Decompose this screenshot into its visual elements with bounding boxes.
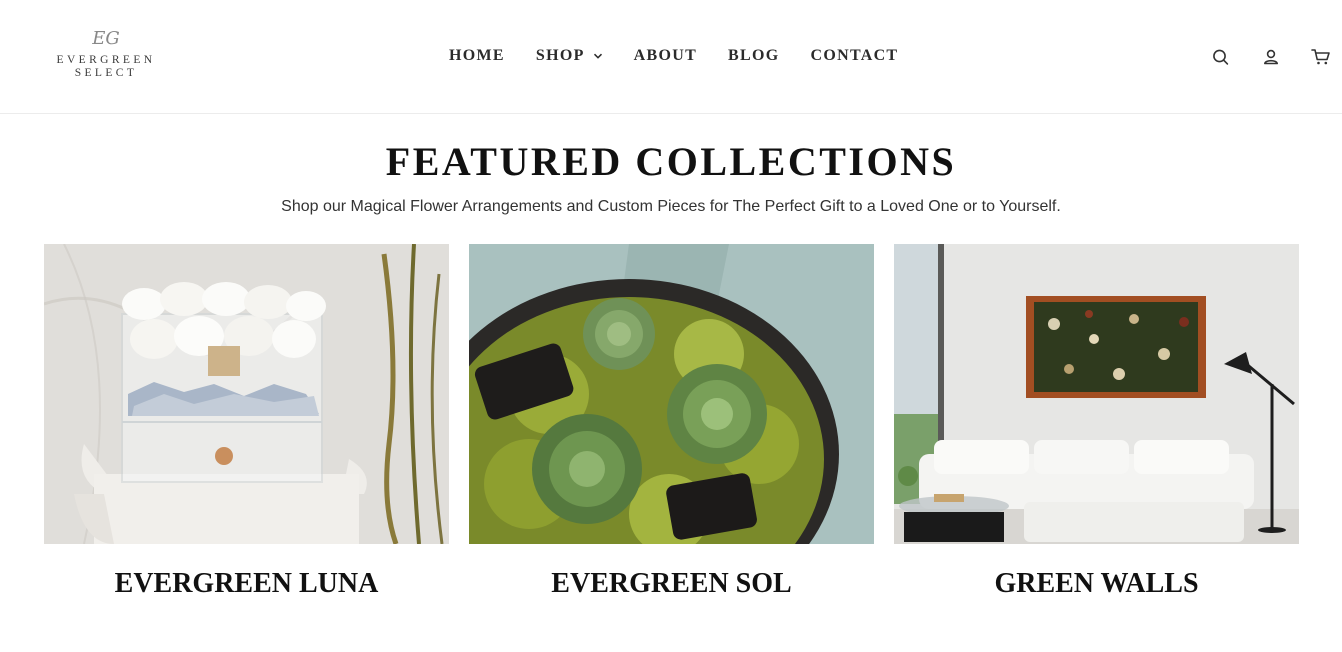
main-nav: HOME SHOP ABOUT BLOG CONTACT [449,45,898,67]
logo[interactable]: EG EVERGREEN SELECT [46,24,166,92]
logo-text-line1: EVERGREEN [56,54,156,66]
collection-card-sol[interactable]: EVERGREEN SOL [469,244,874,600]
nav-blog[interactable]: BLOG [728,45,779,67]
nav-about[interactable]: ABOUT [634,45,697,67]
cart-icon [1311,49,1330,65]
nav-blog-label: BLOG [728,47,780,64]
account-icon [1264,49,1278,65]
account-button[interactable] [1258,44,1284,70]
featured-subtitle: Shop our Magical Flower Arrangements and… [281,198,1061,215]
featured-title: FEATURED COLLECTIONS [385,139,957,184]
search-button[interactable] [1208,44,1234,70]
nav-home-label: HOME [449,47,505,64]
chevron-down-icon [593,53,602,59]
nav-home[interactable]: HOME [449,45,505,67]
header-icons [1208,44,1334,70]
collection-image-sol[interactable] [469,244,874,544]
nav-shop-label: SHOP [535,47,585,64]
logo-monogram: EG [92,28,120,49]
collection-title-green-walls[interactable]: GREEN WALLS [894,568,1299,600]
collection-card-luna[interactable]: EVERGREEN LUNA [44,244,449,600]
collection-image-green-walls[interactable] [894,244,1299,544]
nav-about-label: ABOUT [633,47,698,64]
cart-button[interactable] [1308,44,1334,70]
site-header: EG EVERGREEN SELECT HOME SHOP ABOUT BLOG… [0,0,1342,114]
search-icon [1213,49,1229,65]
collection-title-sol[interactable]: EVERGREEN SOL [469,568,874,600]
nav-contact-label: CONTACT [810,47,899,64]
logo-text-line2: SELECT [74,67,138,79]
nav-contact[interactable]: CONTACT [810,45,898,67]
collection-title-luna[interactable]: EVERGREEN LUNA [44,568,449,600]
collection-image-luna[interactable] [44,244,449,544]
nav-shop[interactable]: SHOP [536,45,603,67]
collection-card-green-walls[interactable]: GREEN WALLS [894,244,1299,600]
